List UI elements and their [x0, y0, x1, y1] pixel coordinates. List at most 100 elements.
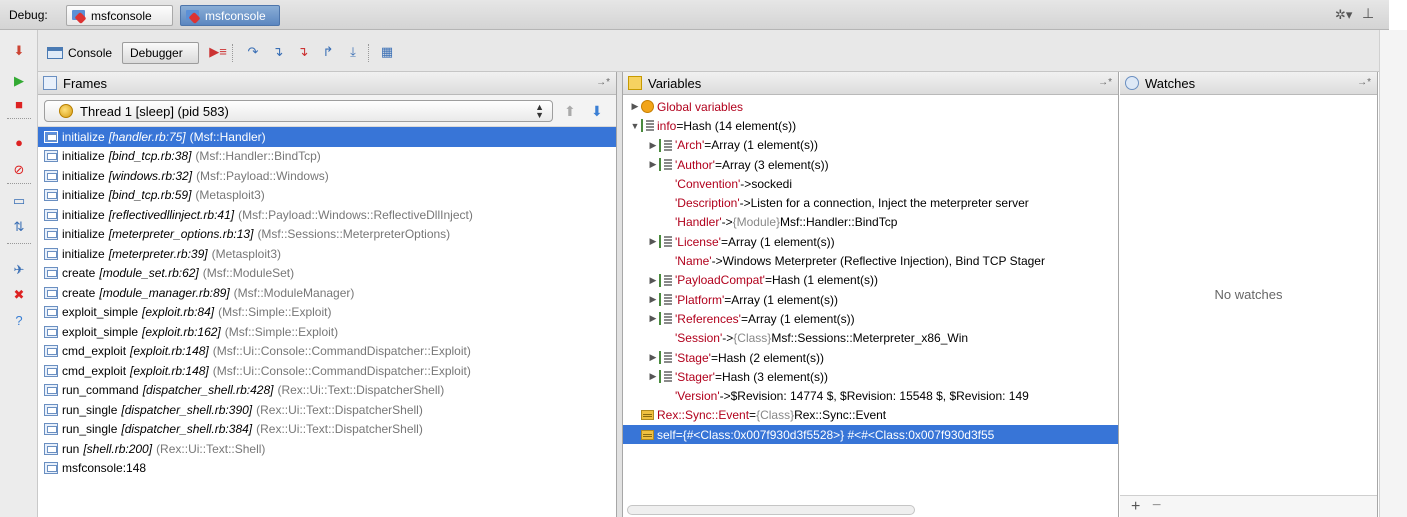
expand-toggle-icon[interactable]: ▶: [647, 159, 659, 170]
variable-node[interactable]: ▶ 'Author' = Array (3 element(s)): [623, 155, 1118, 174]
blank-icon: [659, 332, 672, 345]
force-step-into-icon[interactable]: ↴: [294, 43, 312, 61]
frame-item[interactable]: create [module_set.rb:62] (Msf::ModuleSet): [38, 264, 616, 284]
previous-frame-icon[interactable]: ⬆: [564, 103, 576, 120]
frame-item[interactable]: initialize [meterpreter_options.rb:13] (Ms…: [38, 225, 616, 245]
frame-method: run_single: [62, 422, 118, 437]
expand-toggle-icon[interactable]: ▶: [647, 294, 659, 305]
blank-icon: [659, 255, 672, 268]
show-execution-point-icon[interactable]: ▶≡: [209, 43, 227, 61]
frame-item[interactable]: run_command [dispatcher_shell.rb:428] (Rex…: [38, 381, 616, 401]
variable-type-tag: {Module}: [732, 215, 780, 230]
tab-console[interactable]: Console: [42, 42, 122, 64]
frame-item[interactable]: exploit_simple [exploit.rb:162] (Msf::Simp…: [38, 322, 616, 342]
frames-panel: Frames →* Thread 1 [sleep] (pid 583) ▲ ▼ …: [38, 72, 617, 517]
variable-value: Array (3 element(s)): [721, 157, 829, 172]
stop-icon[interactable]: ■: [11, 97, 27, 113]
step-into-icon[interactable]: ↴: [269, 43, 287, 61]
expand-toggle-icon[interactable]: ▶: [647, 371, 659, 382]
variable-node[interactable]: ▶ 'PayloadCompat' = Hash (1 element(s)): [623, 271, 1118, 290]
frame-method: create: [62, 285, 96, 300]
frame-item[interactable]: initialize [reflectivedllinject.rb:41] (Ms…: [38, 205, 616, 225]
thread-select[interactable]: Thread 1 [sleep] (pid 583) ▲ ▼: [44, 100, 553, 122]
frame-item[interactable]: initialize [windows.rb:32] (Msf::Payload::…: [38, 166, 616, 186]
frame-item[interactable]: cmd_exploit [exploit.rb:148] (Msf::Ui::Con…: [38, 342, 616, 362]
expand-toggle-icon[interactable]: ▶: [647, 313, 659, 324]
mute-breakpoints-icon[interactable]: ⊘: [11, 162, 27, 178]
variable-node[interactable]: ▶ 'Stage' = Hash (2 element(s)): [623, 348, 1118, 367]
frame-item[interactable]: run_single [dispatcher_shell.rb:390] (Rex:…: [38, 400, 616, 420]
add-watch-button[interactable]: +: [1131, 498, 1140, 516]
variable-name: 'Stager': [675, 369, 715, 384]
frame-item[interactable]: msfconsole:148: [38, 459, 616, 479]
expand-toggle-icon[interactable]: ▶: [647, 140, 659, 151]
tab-debugger[interactable]: Debugger: [122, 42, 199, 64]
horizontal-scrollbar[interactable]: [627, 505, 915, 515]
expand-toggle-icon[interactable]: ▶: [629, 101, 641, 112]
next-frame-icon[interactable]: ⬇: [591, 103, 603, 120]
debug-tab-msfconsole-2[interactable]: msfconsole: [180, 5, 280, 26]
gear-icon[interactable]: ✲▾: [1335, 7, 1352, 23]
frame-class: (Rex::Ui::Text::DispatcherShell): [256, 402, 423, 417]
variable-name: self: [657, 427, 676, 442]
variable-node[interactable]: ▶ 'Arch' = Array (1 element(s)): [623, 136, 1118, 155]
step-over-icon[interactable]: ↷: [244, 43, 262, 61]
variable-node[interactable]: ▶ Global variables: [623, 97, 1118, 116]
help-icon[interactable]: ?: [11, 313, 27, 329]
run-to-cursor-icon[interactable]: ⤓: [344, 43, 362, 61]
close-icon[interactable]: ✖: [11, 287, 27, 303]
tab-debugger-label: Debugger: [130, 46, 183, 60]
remove-watch-button[interactable]: −: [1152, 497, 1161, 515]
frame-item[interactable]: run_single [dispatcher_shell.rb:384] (Rex:…: [38, 420, 616, 440]
variable-node[interactable]: Rex::Sync::Event = {Class} Rex::Sync::Ev…: [623, 406, 1118, 425]
frame-item[interactable]: cmd_exploit [exploit.rb:148] (Msf::Ui::Con…: [38, 361, 616, 381]
panel-options-icon[interactable]: →*: [596, 77, 610, 88]
variable-node[interactable]: 'Convention' -> sockedi: [623, 174, 1118, 193]
panel-options-icon[interactable]: →*: [1098, 77, 1112, 88]
frame-item[interactable]: run [shell.rb:200] (Rex::Ui::Text::Shell): [38, 439, 616, 459]
debug-tab-msfconsole-1[interactable]: msfconsole: [66, 5, 173, 26]
expand-toggle-icon[interactable]: ▶: [647, 236, 659, 247]
frame-item[interactable]: create [module_manager.rb:89] (Msf::Module…: [38, 283, 616, 303]
frame-method: initialize: [62, 207, 105, 222]
variable-node[interactable]: ▶ 'Platform' = Array (1 element(s)): [623, 290, 1118, 309]
frame-item[interactable]: exploit_simple [exploit.rb:84] (Msf::Simpl…: [38, 303, 616, 323]
variable-node[interactable]: ▶ 'Stager' = Hash (3 element(s)): [623, 367, 1118, 386]
frame-icon: [44, 345, 58, 358]
resume-icon[interactable]: ▶: [11, 73, 27, 89]
frame-item[interactable]: initialize [handler.rb:75] (Msf::Handler): [38, 127, 616, 147]
expand-toggle-icon[interactable]: ▶: [647, 352, 659, 363]
frame-class: (Rex::Ui::Text::DispatcherShell): [277, 383, 445, 398]
variable-node[interactable]: 'Name' -> Windows Meterpreter (Reflective …: [623, 251, 1118, 270]
step-out-icon[interactable]: ↱: [319, 43, 337, 61]
frame-location: [handler.rb:75]: [108, 129, 186, 144]
view-breakpoints-icon[interactable]: ●: [11, 135, 27, 151]
variable-node[interactable]: ▶ 'References' = Array (1 element(s)): [623, 309, 1118, 328]
pin-icon[interactable]: ✈: [11, 262, 27, 278]
frame-icon: [44, 130, 58, 143]
variable-separator: =: [720, 234, 728, 249]
sort-icon[interactable]: ⇅: [11, 219, 27, 235]
variable-node[interactable]: 'Description' -> Listen for a connection, …: [623, 193, 1118, 212]
evaluate-expression-icon[interactable]: ▦: [378, 43, 396, 61]
variable-node[interactable]: ▶ 'License' = Array (1 element(s)): [623, 232, 1118, 251]
restore-layout-icon[interactable]: ▭: [11, 193, 27, 209]
variable-node[interactable]: ▼ info = Hash (14 element(s)): [623, 116, 1118, 135]
variable-node[interactable]: 'Handler' -> {Module} Msf::Handler::BindTc…: [623, 213, 1118, 232]
panel-options-icon[interactable]: →*: [1357, 77, 1371, 88]
variable-node[interactable]: 'Session' -> {Class} Msf::Sessions::Meterp…: [623, 329, 1118, 348]
rerun-icon[interactable]: ⬇: [11, 43, 27, 59]
frame-item[interactable]: initialize [meterpreter.rb:39] (Metasploit…: [38, 244, 616, 264]
collection-icon: [659, 312, 672, 326]
frame-item[interactable]: initialize [bind_tcp.rb:38] (Msf::Handler:…: [38, 147, 616, 167]
variables-panel: Variables →* ▶ Global variables ▼ info = Ha…: [622, 72, 1119, 517]
frame-method: msfconsole:148: [62, 461, 147, 476]
variable-node[interactable]: self = {#<Class:0x007f930d3f5528>} #<#<C…: [623, 425, 1118, 445]
frame-location: [shell.rb:200]: [83, 441, 153, 456]
expand-toggle-icon[interactable]: ▼: [629, 121, 641, 131]
hide-panel-icon[interactable]: ⊥: [1362, 5, 1374, 22]
expand-toggle-icon[interactable]: ▶: [647, 275, 659, 286]
frame-item[interactable]: initialize [bind_tcp.rb:59] (Metasploit3): [38, 186, 616, 206]
variable-node[interactable]: 'Version' -> $Revision: 14774 $, $Revision…: [623, 386, 1118, 405]
frame-location: [dispatcher_shell.rb:384]: [121, 422, 253, 437]
